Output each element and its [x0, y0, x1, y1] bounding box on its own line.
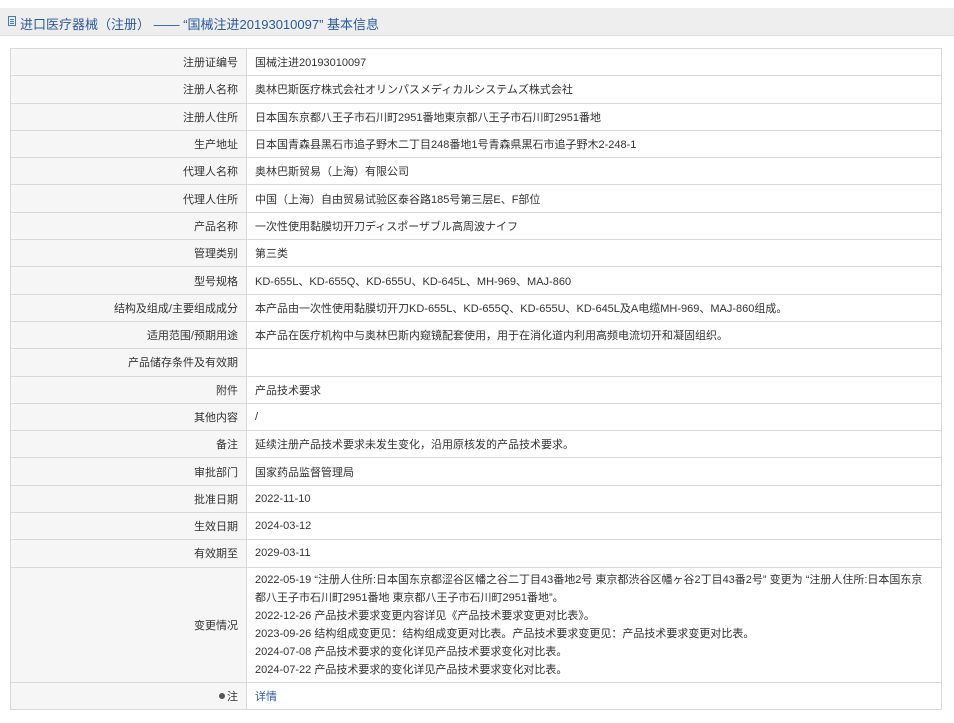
info-row: 生效日期 2024-03-12 — [10, 512, 942, 541]
field-value: 国家药品监督管理局 — [246, 457, 942, 486]
field-label: 变更情况 — [10, 566, 247, 683]
page-title-bar: 进口医疗器械（注册） —— “国械注进20193010097” 基本信息 — [0, 8, 954, 36]
info-row: 产品名称 一次性使用黏膜切开刀ディスポーザブル高周波ナイフ — [10, 211, 942, 241]
field-value: KD-655L、KD-655Q、KD-655U、KD-645L、MH-969、M… — [246, 266, 942, 295]
info-row: 代理人住所 中国（上海）自由贸易试验区泰谷路185号第三层E、F部位 — [10, 184, 942, 213]
field-label: 结构及组成/主要组成成分 — [10, 293, 247, 322]
change-entry: 2022-12-26 产品技术要求变更内容详见《产品技术要求变更对比表》。 — [255, 609, 595, 622]
info-row: 产品储存条件及有效期 — [10, 348, 942, 377]
info-row: 注册证编号 国械注进20193010097 — [10, 47, 942, 77]
field-value: 奥林巴斯贸易（上海）有限公司 — [246, 157, 942, 186]
field-value — [246, 348, 942, 377]
info-row: 注册人名称 奥林巴斯医疗株式会社オリンパスメディカルシステムズ株式会社 — [10, 75, 942, 104]
field-value: 国械注进20193010097 — [246, 47, 942, 77]
field-value: 奥林巴斯医疗株式会社オリンパスメディカルシステムズ株式会社 — [246, 75, 942, 104]
field-label: 产品储存条件及有效期 — [10, 348, 247, 377]
info-row: 备注 延续注册产品技术要求未发生变化，沿用原核发的产品技术要求。 — [10, 430, 942, 459]
field-value: 本产品由一次性使用黏膜切开刀KD-655L、KD-655Q、KD-655U、KD… — [246, 293, 942, 322]
note-value: 详情 — [246, 681, 942, 710]
field-label: 审批部门 — [10, 457, 247, 486]
info-row: 审批部门 国家药品监督管理局 — [10, 457, 942, 486]
info-row: 注册人住所 日本国东京都八王子市石川町2951番地東京都八王子市石川町2951番地 — [10, 102, 942, 131]
field-value: 产品技术要求 — [246, 375, 942, 404]
info-row: 型号规格 KD-655L、KD-655Q、KD-655U、KD-645L、MH-9… — [10, 266, 942, 295]
field-value: 日本国青森县黑石市追子野木二丁目248番地1号青森県黒石市追子野木2-248-1 — [246, 129, 942, 159]
field-value: 日本国东京都八王子市石川町2951番地東京都八王子市石川町2951番地 — [246, 102, 942, 131]
field-label: 产品名称 — [10, 211, 247, 241]
info-row: 有效期至 2029-03-11 — [10, 539, 942, 568]
info-row: 管理类别 第三类 — [10, 239, 942, 268]
field-label: 型号规格 — [10, 266, 247, 295]
change-history-list: 2022-05-19 “注册人住所:日本国东京都涩谷区幡之谷二丁目43番地2号 … — [246, 566, 942, 683]
info-row: 批准日期 2022-11-10 — [10, 484, 942, 514]
change-entry: 2022-05-19 “注册人住所:日本国东京都涩谷区幡之谷二丁目43番地2号 … — [255, 573, 923, 604]
field-value: 本产品在医疗机构中与奥林巴斯内窥镜配套使用，用于在消化道内利用高频电流切开和凝固… — [246, 320, 942, 350]
field-value: 第三类 — [246, 239, 942, 268]
info-row: 适用范围/预期用途 本产品在医疗机构中与奥林巴斯内窥镜配套使用，用于在消化道内利用… — [10, 320, 942, 350]
details-link[interactable]: 详情 — [255, 691, 277, 703]
field-value: 2022-11-10 — [246, 484, 942, 514]
field-label: 批准日期 — [10, 484, 247, 514]
field-value: 延续注册产品技术要求未发生变化，沿用原核发的产品技术要求。 — [246, 430, 942, 459]
pin-icon — [219, 692, 225, 699]
field-label: 备注 — [10, 430, 247, 459]
change-entry: 2023-09-26 结构组成变更见：结构组成变更对比表。产品技术要求变更见：产… — [255, 627, 755, 640]
field-label: 其他内容 — [10, 402, 247, 432]
field-label: 注册证编号 — [10, 47, 247, 77]
info-row: 结构及组成/主要组成成分 本产品由一次性使用黏膜切开刀KD-655L、KD-655… — [10, 293, 942, 322]
info-row: 生产地址 日本国青森县黑石市追子野木二丁目248番地1号青森県黒石市追子野木2-2… — [10, 129, 942, 159]
change-entry: 2024-07-08 产品技术要求的变化详见产品技术要求变化对比表。 — [255, 645, 568, 658]
note-label-cell: 注 — [10, 681, 247, 710]
field-label: 注册人住所 — [10, 102, 247, 131]
info-row: 代理人名称 奥林巴斯贸易（上海）有限公司 — [10, 157, 942, 186]
page-title: 进口医疗器械（注册） —— “国械注进20193010097” 基本信息 — [20, 17, 380, 32]
field-label: 代理人名称 — [10, 157, 247, 186]
change-history-row: 变更情况 2022-05-19 “注册人住所:日本国东京都涩谷区幡之谷二丁目43… — [10, 566, 942, 683]
field-label: 适用范围/预期用途 — [10, 320, 247, 350]
field-value: 一次性使用黏膜切开刀ディスポーザブル高周波ナイフ — [246, 211, 942, 241]
note-row: 注 详情 — [10, 681, 942, 710]
field-label: 管理类别 — [10, 239, 247, 268]
info-row: 附件 产品技术要求 — [10, 375, 942, 404]
field-value: / — [246, 402, 942, 432]
field-label: 注册人名称 — [10, 75, 247, 104]
field-label: 附件 — [10, 375, 247, 404]
field-label: 有效期至 — [10, 539, 247, 568]
info-table: 注册证编号 国械注进20193010097 注册人名称 奥林巴斯医疗株式会社オリンパ… — [10, 47, 942, 710]
field-value: 2024-03-12 — [246, 512, 942, 541]
field-value: 中国（上海）自由贸易试验区泰谷路185号第三层E、F部位 — [246, 184, 942, 213]
field-label: 代理人住所 — [10, 184, 247, 213]
field-label: 生产地址 — [10, 129, 247, 159]
document-icon — [8, 16, 16, 26]
change-entry: 2024-07-22 产品技术要求的变化详见产品技术要求变化对比表。 — [255, 663, 568, 676]
field-value: 2029-03-11 — [246, 539, 942, 568]
note-label: 注 — [227, 690, 238, 703]
info-row: 其他内容 / — [10, 402, 942, 432]
field-label: 生效日期 — [10, 512, 247, 541]
